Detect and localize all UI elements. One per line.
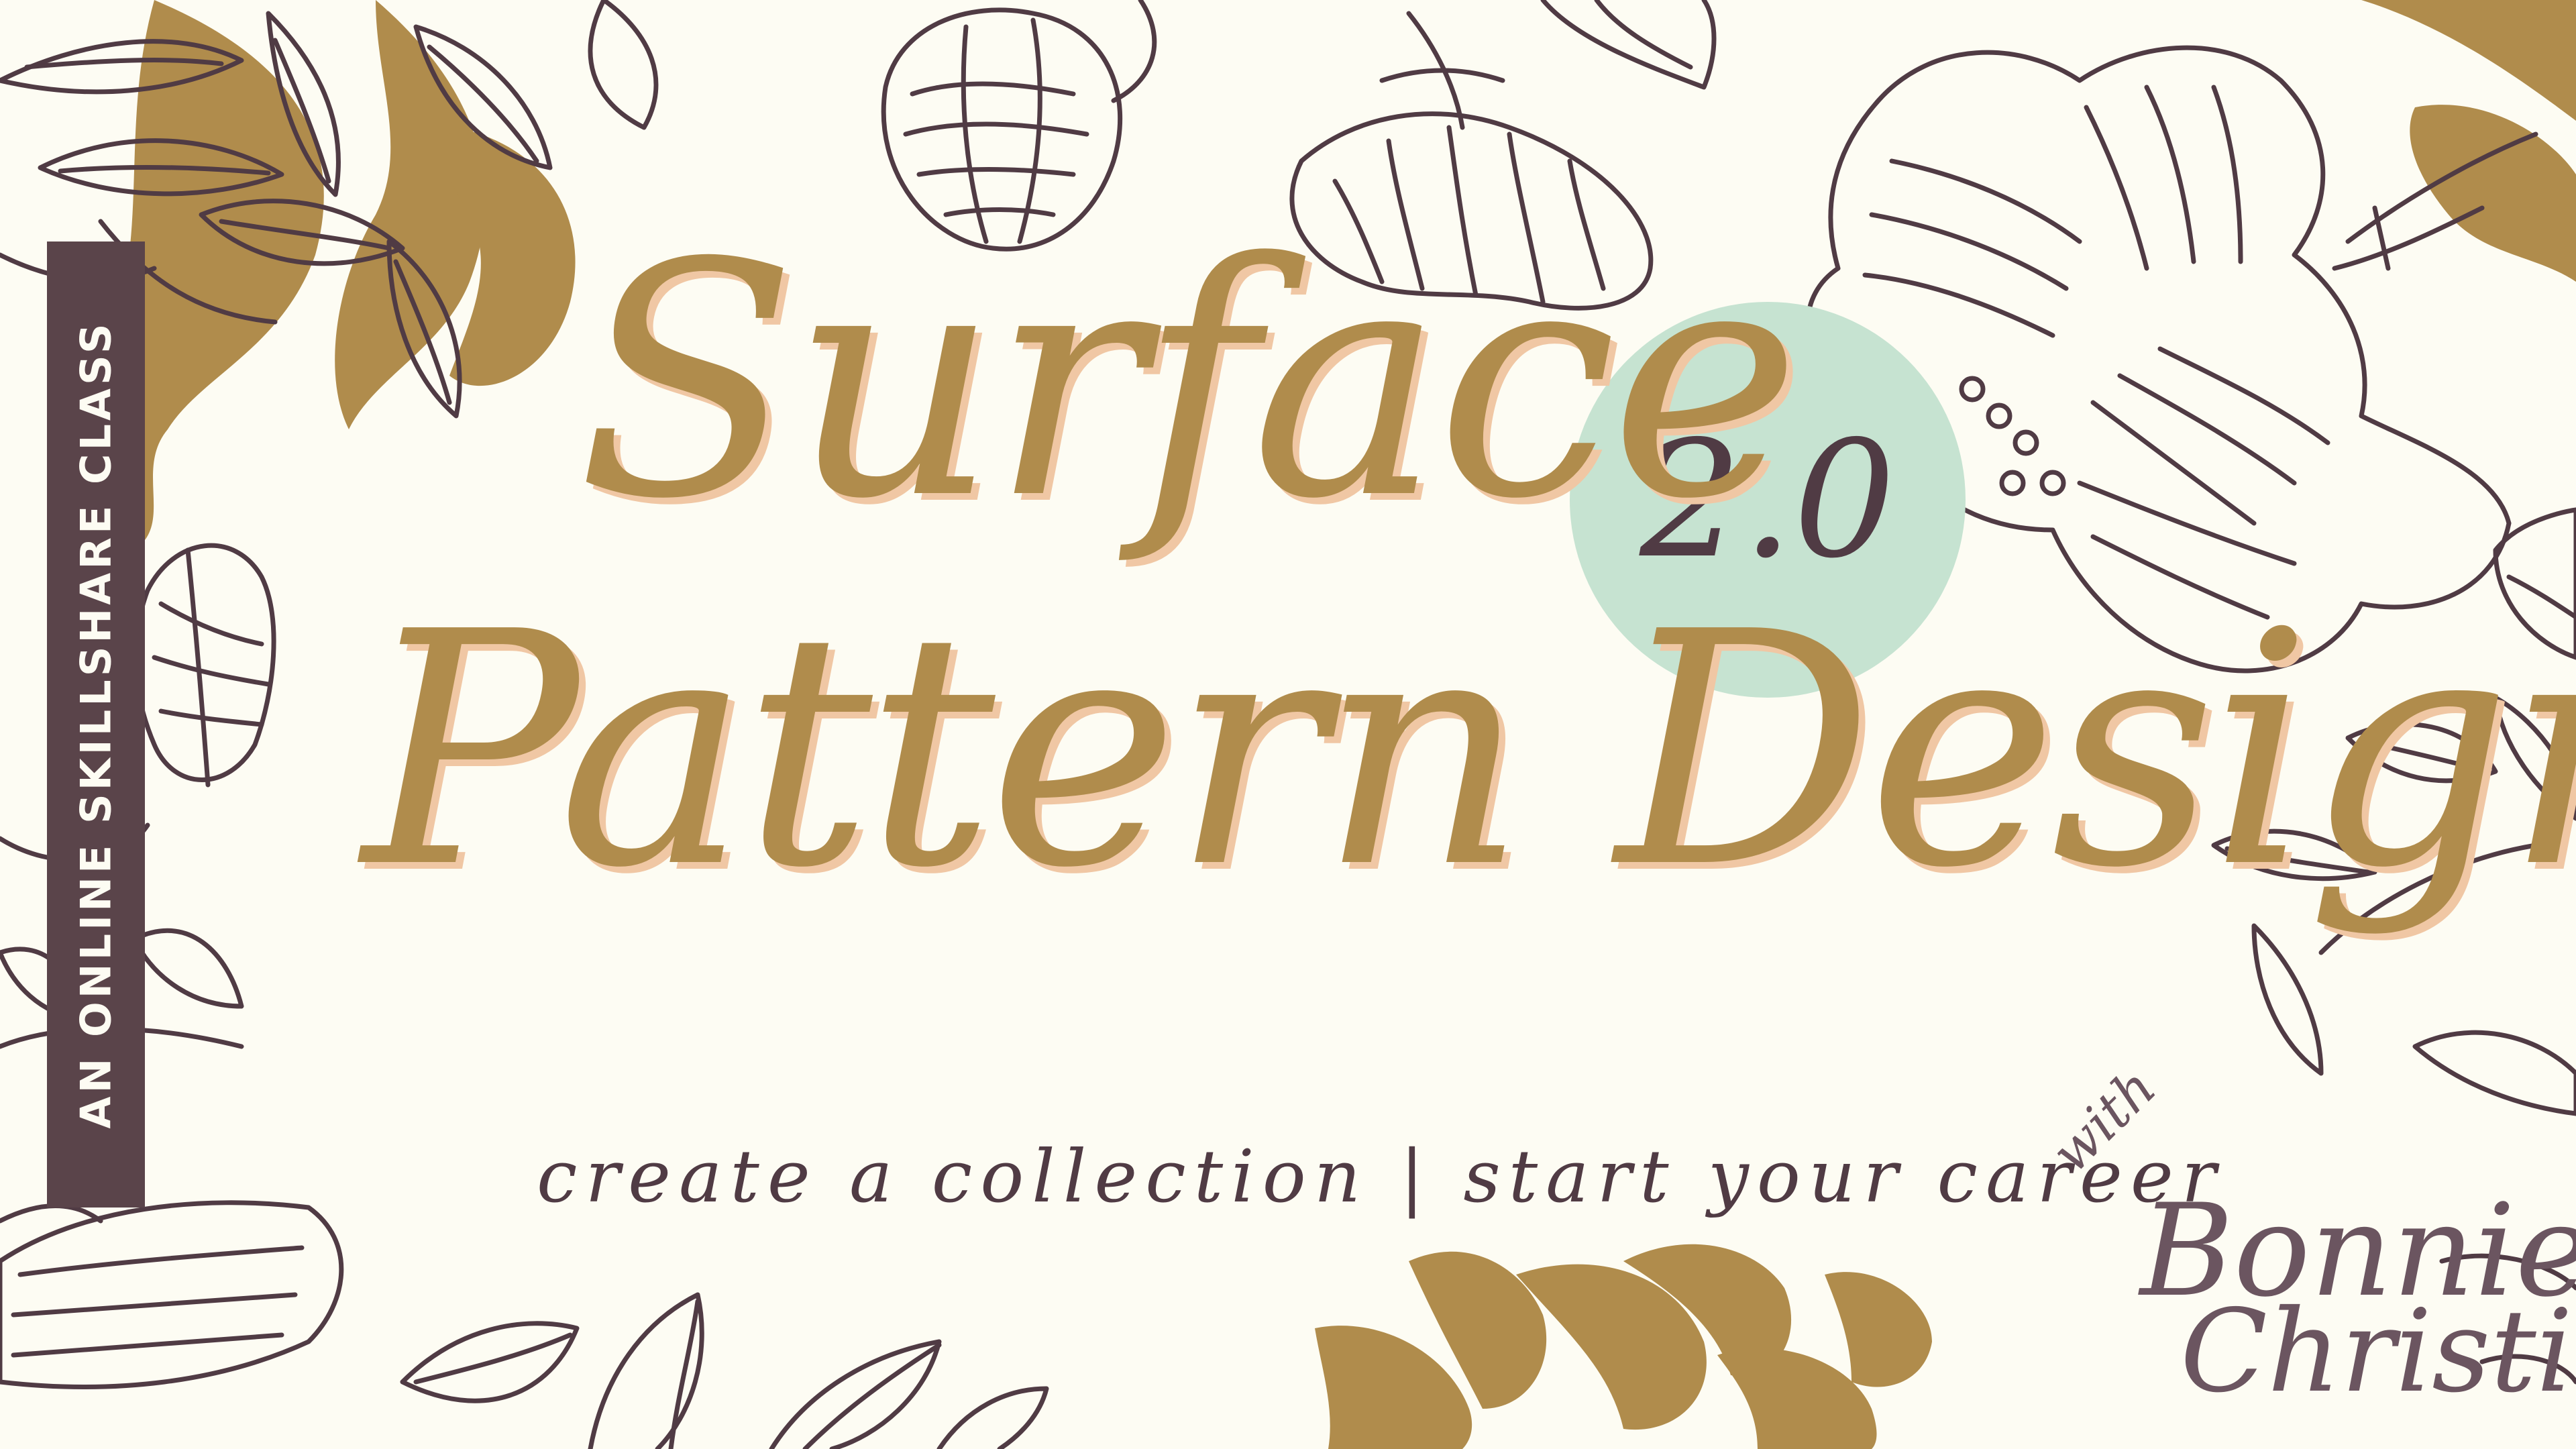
title-line-2: Pattern Design [362, 564, 2576, 938]
tagline: create a collection | start your career [537, 1135, 2224, 1219]
author-last-name: Christine [2180, 1285, 2576, 1418]
title-line-1: Surface [577, 195, 1801, 570]
side-banner-label: AN ONLINE SKILLSHARE CLASS [71, 320, 121, 1129]
skillshare-class-cover: AN ONLINE SKILLSHARE CLASS 2.0 Surface P… [0, 0, 2576, 1449]
side-banner: AN ONLINE SKILLSHARE CLASS [47, 241, 145, 1208]
